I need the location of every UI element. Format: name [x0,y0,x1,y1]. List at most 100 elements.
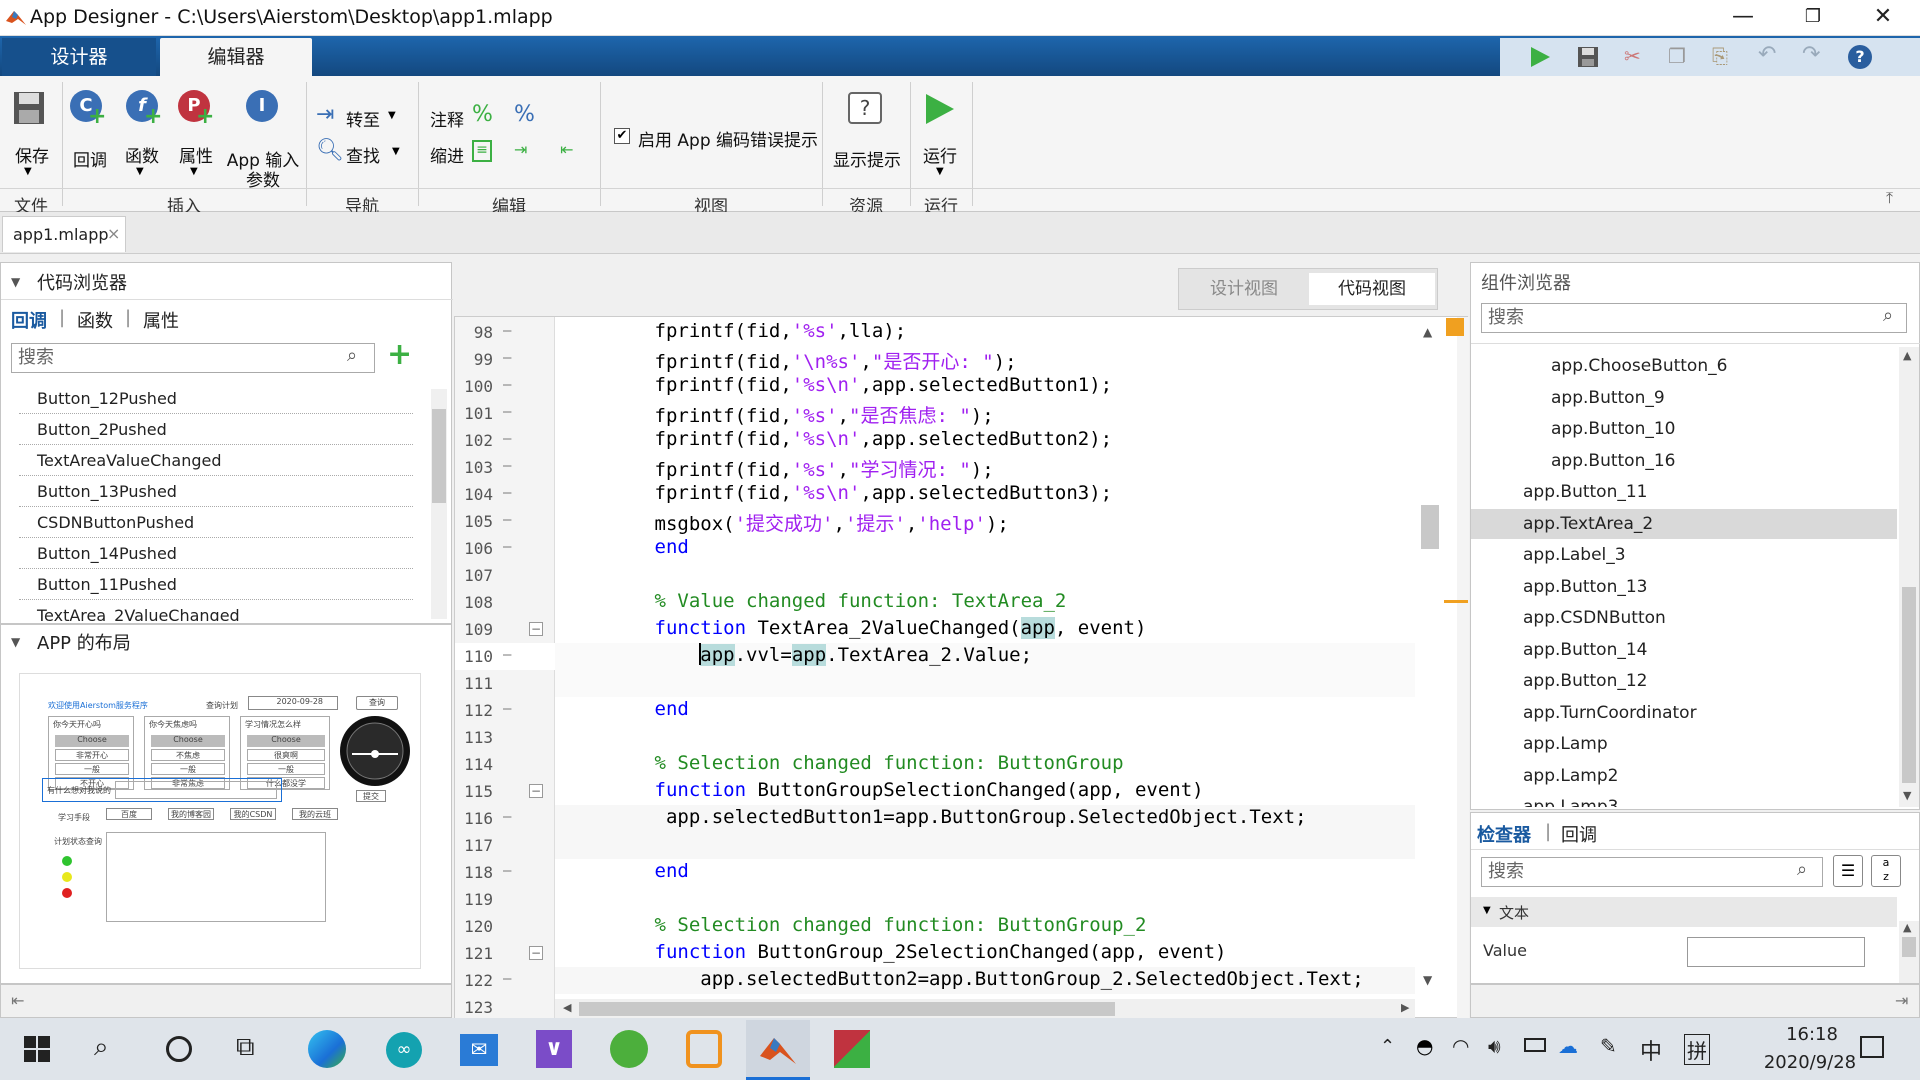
app-icon[interactable] [834,1030,870,1068]
component-tree-item[interactable]: app.Label_3 [1471,540,1897,570]
run-dropdown-icon[interactable]: ▼ [936,166,944,177]
property-button[interactable]: 属性 [172,142,220,167]
breakpoint-marker[interactable]: — [503,863,511,879]
scrollbar-thumb[interactable] [1902,937,1916,957]
collapse-icon[interactable]: ▼ [11,275,20,289]
breakpoint-marker[interactable]: — [503,971,511,987]
uncomment-icon[interactable]: % [514,102,535,127]
cortana-icon[interactable] [166,1036,192,1062]
tab-inspector-callbacks[interactable]: 回调 [1561,821,1597,847]
paste-icon[interactable]: ⎘ [1712,44,1728,68]
qq-icon[interactable]: ◓ [1416,1034,1433,1058]
tab-functions[interactable]: 函数 [77,307,113,333]
sort-az-icon[interactable]: az [1871,855,1901,887]
help-icon[interactable]: ? [1848,45,1872,69]
code-text[interactable]: end [563,536,689,558]
wifi-icon[interactable]: ◠ [1452,1034,1469,1058]
breakpoint-marker[interactable]: — [503,647,511,663]
tab-properties[interactable]: 属性 [143,307,179,333]
undo-icon[interactable]: ↶ [1758,42,1776,67]
scroll-down-icon[interactable]: ▼ [1903,789,1911,802]
breakpoint-marker[interactable]: — [503,539,511,555]
close-icon[interactable]: ✕ [1852,0,1914,34]
callback-list-item[interactable]: CSDNButtonPushed [19,507,413,538]
group-view-icon[interactable]: ☰ [1833,855,1863,887]
scroll-up-icon[interactable]: ▲ [1423,325,1432,339]
breakpoint-marker[interactable]: — [503,350,511,366]
run-button[interactable]: 运行 [918,142,962,167]
callback-button[interactable]: 回调 [68,146,112,171]
breakpoint-marker[interactable]: — [503,512,511,528]
function-dropdown-icon[interactable]: ▼ [136,166,144,177]
component-tree-item[interactable]: app.Lamp2 [1471,761,1897,791]
scrollbar-thumb[interactable] [432,409,446,503]
callback-list-item[interactable]: Button_13Pushed [19,476,413,507]
value-input[interactable] [1687,937,1865,967]
component-tree-item[interactable]: app.Button_14 [1471,635,1897,665]
comment-icon[interactable]: % [472,102,493,127]
code-text[interactable]: app.selectedButton2=app.ButtonGroup_2.Se… [563,968,1363,990]
component-tree-item[interactable]: app.TextArea_2 [1471,508,1897,539]
collapse-ribbon-icon[interactable]: ⤒ [1886,188,1893,208]
enable-hints-checkbox[interactable]: ✔ [614,128,630,144]
breakpoint-marker[interactable]: — [503,701,511,717]
fold-icon[interactable]: − [529,622,543,636]
scrollbar-track[interactable] [1457,317,1469,1019]
code-text[interactable]: % Value changed function: TextArea_2 [563,590,1067,612]
breakpoint-marker[interactable]: — [503,458,511,474]
visual-studio-icon[interactable]: ∨ [536,1030,572,1068]
mail-icon[interactable]: ✉ [460,1034,498,1066]
code-text[interactable]: function TextArea_2ValueChanged(app, eve… [563,617,1146,639]
code-text[interactable]: end [563,860,689,882]
scroll-up-icon[interactable]: ▲ [1903,921,1911,934]
matlab-taskbar-active[interactable] [746,1020,810,1080]
volume-icon[interactable]: 🔊︎ [1488,1034,1501,1058]
scrollbar[interactable]: ▲ ▼ [1899,347,1919,807]
cloud-app-icon[interactable] [610,1030,648,1068]
breakpoint-marker[interactable]: — [503,485,511,501]
hscrollbar[interactable]: ◀ ▶ [555,999,1415,1019]
scrollbar-thumb[interactable] [1421,505,1439,549]
tab-editor[interactable]: 编辑器 [160,38,312,76]
scroll-down-icon[interactable]: ▼ [1423,973,1432,987]
save-button[interactable]: 保存 [8,142,56,167]
component-tree-item[interactable]: app.Button_10 [1471,414,1897,444]
warning-marker[interactable] [1444,600,1468,603]
code-text[interactable]: msgbox('提交成功','提示','help'); [563,509,1009,536]
component-tree-item[interactable]: app.CSDNButton [1471,603,1897,633]
minimize-icon[interactable]: — [1712,0,1774,34]
scroll-left-icon[interactable]: ◀ [563,1001,571,1014]
goto-dropdown-icon[interactable]: ▼ [388,110,396,121]
outdent-icon[interactable]: ⇤ [560,140,582,162]
component-tree-item[interactable]: app.Button_12 [1471,666,1897,696]
component-tree-item[interactable]: app.Button_9 [1471,383,1897,413]
code-text[interactable]: function ButtonGroupSelectionChanged(app… [563,779,1204,801]
breakpoint-marker[interactable]: — [503,404,511,420]
copy-icon[interactable]: ❐ [1668,44,1686,68]
component-tree-item[interactable]: app.TurnCoordinator [1471,698,1897,728]
component-tree-item[interactable]: app.Button_13 [1471,572,1897,602]
redo-icon[interactable]: ↷ [1802,42,1820,67]
warning-indicator[interactable] [1446,318,1464,336]
document-tab[interactable]: app1.mlapp × [2,216,126,252]
ime-pinyin[interactable]: 拼 [1684,1034,1710,1065]
inspector-search-input[interactable]: 搜索 [1481,857,1823,887]
breakpoint-marker[interactable]: — [503,431,511,447]
edge-icon[interactable] [308,1030,346,1068]
layout-preview[interactable]: 欢迎使用Aierstom服务程序 查询计划 2020-09-28 查询 你今天开… [19,673,421,969]
restore-icon[interactable]: ❐ [1782,0,1844,34]
onedrive-icon[interactable]: ☁ [1558,1034,1578,1058]
breakpoint-marker[interactable]: — [503,323,511,339]
fold-icon[interactable]: − [529,784,543,798]
tab-inspector[interactable]: 检查器 [1477,821,1531,847]
pen-icon[interactable]: ✎ [1600,1034,1617,1058]
component-tree-item[interactable]: app.Button_11 [1471,477,1897,507]
property-dropdown-icon[interactable]: ▼ [190,166,198,177]
scrollbar[interactable]: ▲ [1899,921,1919,983]
save-dropdown-icon[interactable]: ▼ [24,166,32,177]
task-view-icon[interactable]: ⧉ [236,1032,255,1063]
indent-icon[interactable]: ⇥ [514,140,536,162]
component-tree-item[interactable]: app.Lamp3 [1471,792,1897,807]
notification-icon[interactable] [1860,1036,1884,1058]
collapse-right-icon[interactable]: ⇥ [1895,991,1908,1010]
